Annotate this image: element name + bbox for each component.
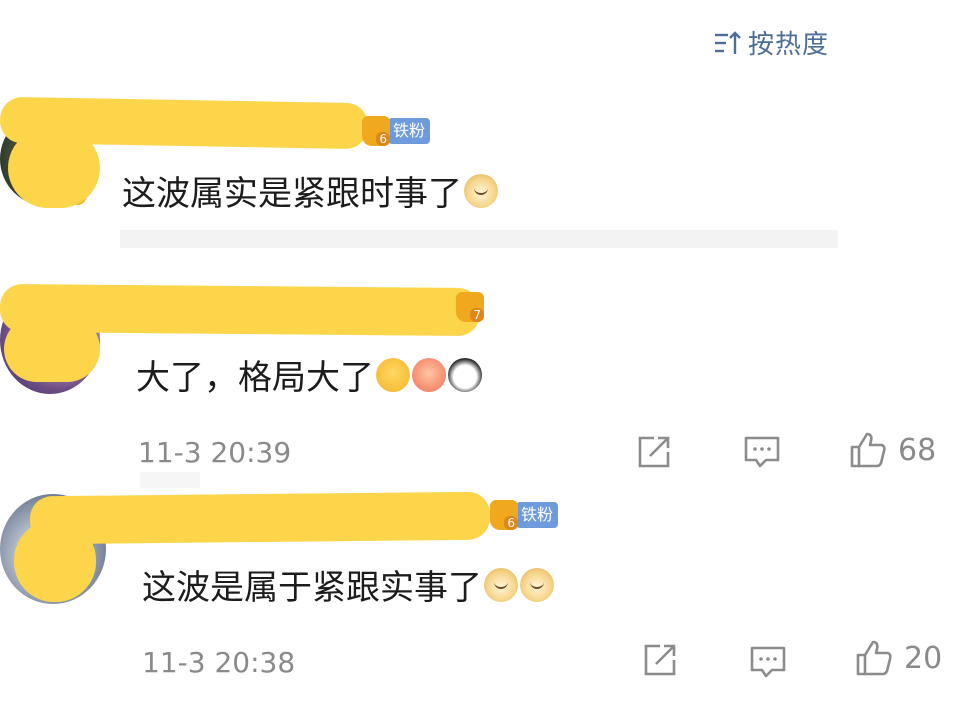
redaction-mark — [29, 491, 491, 545]
comment-text: 这波是属于紧跟实事了 — [142, 560, 554, 609]
reply-button[interactable] — [742, 432, 782, 472]
like-count: 68 — [898, 432, 937, 468]
comment-text: 大了，格局大了 — [136, 350, 482, 399]
like-button[interactable]: 20 — [854, 638, 942, 678]
redaction-mark — [14, 520, 96, 602]
share-button[interactable] — [634, 432, 674, 472]
crown-icon: 6 — [362, 116, 390, 146]
fan-level: 7 — [470, 308, 484, 322]
fan-level: 6 — [504, 516, 518, 530]
divider — [120, 230, 838, 248]
share-button[interactable] — [640, 640, 680, 680]
redaction-mark — [4, 316, 100, 382]
fan-badge[interactable]: 6 铁粉 — [490, 500, 559, 530]
thumbs-up-icon — [856, 640, 892, 676]
fan-label: 铁粉 — [388, 118, 431, 144]
comment-timestamp: 11-3 20:38 — [142, 646, 296, 679]
fan-label: 铁粉 — [516, 502, 559, 528]
comment-text: 这波属实是紧跟时事了 — [122, 166, 498, 215]
faded-text — [140, 472, 200, 488]
reply-button[interactable] — [748, 642, 788, 682]
share-icon — [638, 436, 670, 468]
doge-emoji-icon — [484, 567, 518, 602]
thumbs-up-icon — [850, 432, 886, 468]
husky-emoji-icon — [448, 357, 482, 392]
comment-body: 这波属实是紧跟时事了 — [122, 174, 462, 214]
redaction-mark — [8, 128, 100, 208]
fan-badge[interactable]: 7 — [456, 292, 484, 322]
comment-icon — [750, 646, 786, 678]
doge-emoji-icon — [520, 567, 554, 602]
sort-by-hot-button[interactable]: 按热度 — [712, 24, 829, 61]
laugh-cry-emoji-icon — [376, 357, 410, 392]
sort-label: 按热度 — [748, 30, 830, 60]
crown-icon: 7 — [456, 292, 484, 322]
comment-icon — [744, 436, 780, 468]
sort-icon — [715, 30, 741, 54]
crown-icon: 6 — [490, 500, 518, 530]
like-count: 20 — [904, 640, 943, 676]
fan-badge[interactable]: 6 铁粉 — [362, 116, 431, 146]
hug-emoji-icon — [412, 357, 446, 392]
comment-timestamp: 11-3 20:39 — [138, 436, 292, 469]
share-icon — [644, 644, 676, 676]
like-button[interactable]: 68 — [848, 430, 936, 470]
comment-body: 这波是属于紧跟实事了 — [142, 568, 482, 608]
comment-body: 大了，格局大了 — [136, 358, 374, 398]
fan-level: 6 — [376, 132, 390, 146]
doge-emoji-icon — [464, 173, 498, 208]
